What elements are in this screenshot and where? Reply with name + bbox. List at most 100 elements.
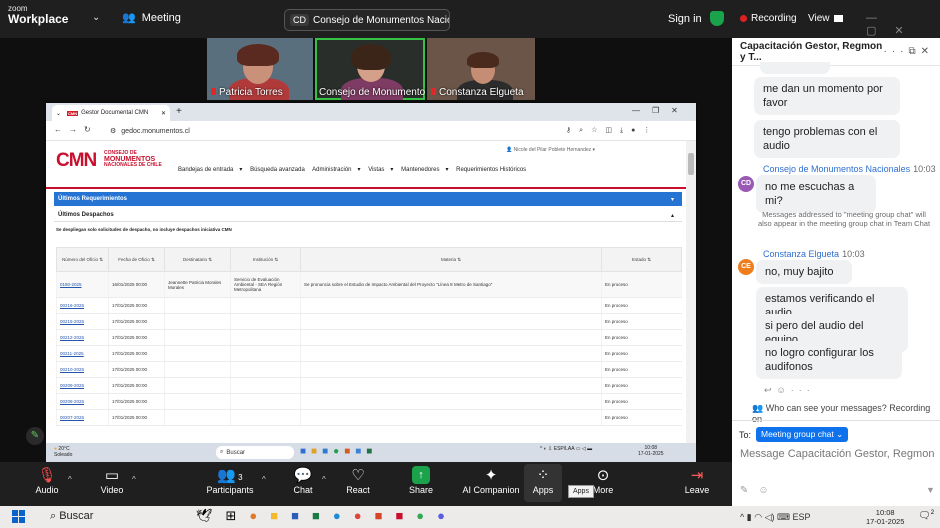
browser-toolbar-icons[interactable]: ⚷⌕☆◫⤓●⋮ bbox=[566, 126, 658, 135]
video-button[interactable]: ▭ Video ^ bbox=[96, 466, 136, 495]
download-icon[interactable]: ⤓ bbox=[620, 127, 631, 134]
tab-dropdown-icon[interactable]: ⌄ bbox=[56, 110, 61, 117]
explorer-icon[interactable]: ■ bbox=[270, 508, 291, 523]
network-icon[interactable]: ▮ bbox=[747, 512, 752, 522]
participant-tile[interactable]: Patricia Torres bbox=[207, 38, 313, 100]
apps-button[interactable]: ⁘ Apps bbox=[524, 464, 562, 502]
table-row[interactable]: 00211-2025 17/01/2025 00:00 En proceso bbox=[56, 345, 682, 362]
chevron-down-icon[interactable]: ⌄ bbox=[92, 12, 100, 23]
widgets-icon[interactable]: ● bbox=[249, 508, 270, 523]
excel-icon[interactable]: ■ bbox=[312, 508, 333, 523]
table-row[interactable]: 0180-2025 16/01/2025 00:00 Jeannette Patri… bbox=[56, 271, 682, 298]
office-icon[interactable]: ■ bbox=[375, 508, 396, 523]
meeting-title-pill[interactable]: CDConsejo de Monumentos Nacior··· bbox=[284, 9, 450, 31]
wifi-icon[interactable]: ◠ bbox=[754, 512, 762, 522]
table-row[interactable]: 00208-2025 17/01/2025 00:00 En proceso bbox=[56, 393, 682, 410]
table-row[interactable]: 00207-2025 17/01/2025 00:00 En proceso bbox=[56, 409, 682, 426]
keyboard-icon[interactable]: ⌨ bbox=[777, 512, 790, 522]
star-icon[interactable]: ☆ bbox=[591, 127, 605, 134]
url-field[interactable]: ⚙ gedoc.monumentos.cl bbox=[104, 124, 634, 138]
chat-header-actions[interactable]: ···⧉✕ bbox=[883, 46, 934, 57]
key-icon[interactable]: ⚷ bbox=[566, 127, 579, 134]
oficio-link[interactable]: 00216-2025 bbox=[60, 303, 84, 308]
new-tab-icon[interactable]: + bbox=[176, 106, 182, 117]
menu-icon[interactable]: ⋮ bbox=[643, 127, 658, 134]
avatar[interactable]: CD bbox=[738, 176, 754, 192]
send-icon[interactable]: ▼ bbox=[926, 485, 935, 495]
nav-mantenedores[interactable]: Mantenedores bbox=[401, 167, 439, 173]
tray-arrow-icon[interactable]: ^ bbox=[740, 512, 744, 522]
close-tab-icon[interactable]: ✕ bbox=[161, 110, 166, 117]
oficio-link[interactable]: 00210-2025 bbox=[60, 367, 84, 372]
oficio-link[interactable]: 0180-2025 bbox=[60, 282, 82, 287]
ai-companion-button[interactable]: ✦ AI Companion bbox=[458, 466, 524, 495]
chevron-down-icon[interactable]: ▾ bbox=[671, 196, 674, 203]
chat-button[interactable]: 💬 Chat ^ bbox=[290, 466, 325, 495]
share-button[interactable]: ↑ Share bbox=[406, 466, 436, 495]
reply-icon[interactable]: ↩ bbox=[764, 385, 777, 395]
profile-icon[interactable]: ● bbox=[631, 127, 643, 134]
table-row[interactable]: 00216-2025 17/01/2025 00:00 En proceso bbox=[56, 297, 682, 314]
recording-indicator[interactable]: Recording bbox=[740, 13, 797, 24]
chrome-icon[interactable]: ● bbox=[354, 508, 375, 523]
reload-icon[interactable]: ↻ bbox=[84, 125, 98, 134]
forward-icon[interactable]: → bbox=[69, 125, 84, 134]
nav-administracion[interactable]: Administración bbox=[312, 167, 351, 173]
cmn-logo[interactable]: CMN bbox=[56, 150, 97, 172]
section-ultimos-requerimientos[interactable]: Últimos Requerimientos ▾ bbox=[54, 192, 682, 206]
format-icon[interactable]: ✎ bbox=[740, 485, 758, 496]
nav-historicos[interactable]: Requerimientos Históricos bbox=[456, 167, 526, 173]
react-button[interactable]: ♡ React bbox=[344, 466, 372, 495]
col-materia[interactable]: Materia ⇅ bbox=[300, 247, 602, 272]
zoom-icon[interactable]: ⌕ bbox=[579, 127, 591, 134]
leave-button[interactable]: ⇥ Leave bbox=[682, 466, 712, 495]
avatar[interactable]: CE bbox=[738, 259, 754, 275]
table-row[interactable]: 00215-2025 17/01/2025 00:00 En proceso bbox=[56, 313, 682, 330]
browser-nav[interactable]: ←→↻ bbox=[54, 125, 98, 134]
table-row[interactable]: 00209-2025 17/01/2025 00:00 En proceso bbox=[56, 377, 682, 394]
popout-icon[interactable]: ⧉ bbox=[908, 46, 920, 57]
oficio-link[interactable]: 00211-2025 bbox=[60, 351, 84, 356]
recipient-select[interactable]: Meeting group chat ⌄ bbox=[756, 427, 849, 442]
participant-tile[interactable]: Constanza Elgueta bbox=[427, 38, 535, 100]
col-numero[interactable]: Número del Oficio ⇅ bbox=[56, 247, 109, 272]
cmn-user-menu[interactable]: 👤 Nicole del Pilar Poblete Hernandez ▾ bbox=[506, 147, 595, 153]
nav-vistas[interactable]: Vistas bbox=[368, 167, 384, 173]
emoji-icon[interactable]: ☺ bbox=[758, 485, 778, 496]
nav-bandejas[interactable]: Bandejas de entrada bbox=[178, 167, 233, 173]
audio-button[interactable]: 🎙 Audio ^ bbox=[30, 466, 71, 495]
col-destinatario[interactable]: Destinatario ⇅ bbox=[164, 247, 231, 272]
sign-in-link[interactable]: Sign in bbox=[668, 13, 702, 25]
volume-icon[interactable]: ◁) bbox=[765, 512, 775, 522]
chat-message[interactable]: no, muy bajito bbox=[756, 260, 852, 284]
table-row[interactable]: 00212-2025 17/01/2025 00:00 En proceso bbox=[56, 329, 682, 346]
col-fecha[interactable]: Fecha de Oficio ⇅ bbox=[108, 247, 165, 272]
chat-input-tools[interactable]: ✎☺ bbox=[740, 485, 779, 496]
windows-clock[interactable]: 10:08 17-01-2025 bbox=[866, 508, 904, 526]
participant-tile-active[interactable]: Consejo de Monumento... bbox=[315, 38, 425, 100]
oficio-link[interactable]: 00209-2025 bbox=[60, 383, 84, 388]
close-icon[interactable]: ✕ bbox=[921, 46, 934, 57]
oficio-link[interactable]: 00208-2025 bbox=[60, 399, 84, 404]
acrobat-icon[interactable]: ■ bbox=[395, 508, 416, 523]
windows-lang[interactable]: ESP bbox=[793, 512, 811, 522]
emoji-icon[interactable]: ☺ bbox=[777, 385, 791, 395]
annotate-icon[interactable]: ✎ bbox=[26, 427, 44, 445]
taskview-icon[interactable]: ⊞ bbox=[226, 508, 250, 523]
chevron-icon[interactable]: ▴ bbox=[671, 212, 674, 219]
col-institucion[interactable]: Institución ⇅ bbox=[230, 247, 301, 272]
meeting-menu[interactable]: 👥 Meeting bbox=[122, 11, 181, 24]
windows-search[interactable]: ⌕ Buscar bbox=[50, 510, 93, 523]
window-controls[interactable]: —▢✕ bbox=[866, 12, 940, 37]
notification-icon[interactable]: 🗨2 bbox=[918, 510, 934, 521]
table-row[interactable]: 00210-2025 17/01/2025 00:00 En proceso bbox=[56, 361, 682, 378]
bird-app-icon[interactable]: 🕊 bbox=[196, 508, 226, 523]
more-icon[interactable]: ··· bbox=[883, 46, 908, 57]
nav-busqueda[interactable]: Búsqueda avanzada bbox=[250, 167, 305, 173]
caret-up-icon[interactable]: ^ bbox=[68, 475, 72, 484]
minimize-icon[interactable]: — bbox=[632, 106, 652, 115]
zoom-app-icon[interactable]: ● bbox=[437, 508, 458, 523]
chat-message[interactable]: no logro configurar los audifonos bbox=[756, 341, 902, 379]
more-icon[interactable]: ··· bbox=[791, 385, 815, 395]
message-actions[interactable]: ↩☺··· bbox=[764, 385, 815, 396]
